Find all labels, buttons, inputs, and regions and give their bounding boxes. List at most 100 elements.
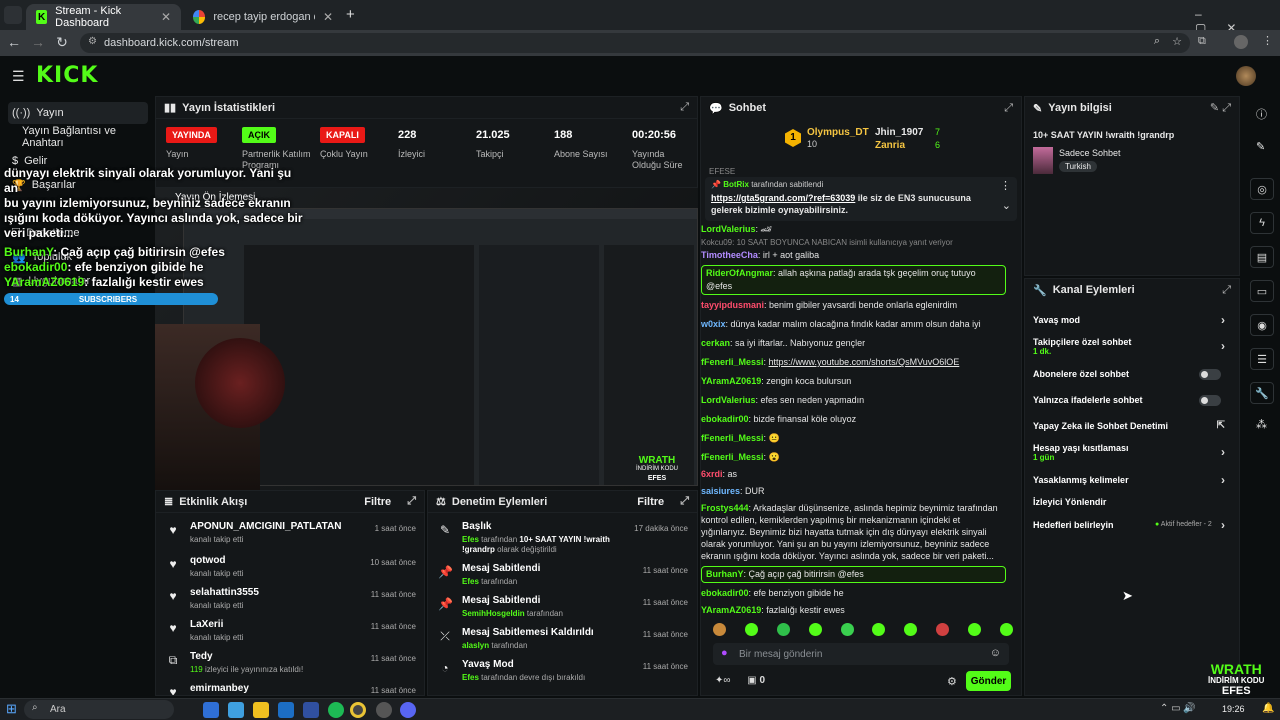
leader-name[interactable]: Olympus_DT: [807, 127, 869, 138]
chat-message[interactable]: 6xrdi: as: [701, 468, 1006, 481]
chat-message[interactable]: YAramAZ0619: zengin koca bulursun: [701, 375, 1006, 388]
emote-icon[interactable]: [713, 623, 726, 636]
info-icon[interactable]: ⓘ: [1256, 106, 1267, 122]
emoji-picker-icon[interactable]: ☺: [990, 647, 1001, 659]
user-avatar[interactable]: [1236, 66, 1256, 86]
chat-message[interactable]: cerkan: sa iyi iftarlar.. Nabıyonuz genç…: [701, 337, 1006, 350]
chat-message-mention[interactable]: RiderOfAngmar: allah aşkına patlağı arad…: [701, 265, 1006, 295]
toggle-switch[interactable]: [1199, 395, 1221, 406]
url-field[interactable]: ⚙ dashboard.kick.com/stream ⌕ ☆: [80, 33, 1190, 53]
profile-avatar[interactable]: [1234, 35, 1248, 49]
pinned-link[interactable]: https://gta5grand.com/?ref=63039: [711, 193, 855, 203]
new-tab-icon[interactable]: +: [346, 6, 355, 23]
taskbar-folder-icon[interactable]: [253, 702, 269, 718]
expand-icon[interactable]: ⤢: [1222, 284, 1231, 297]
taskbar-app-icon[interactable]: [228, 702, 244, 718]
tab-google-search[interactable]: recep tayip erdogan dogum gu ✕: [183, 4, 343, 30]
camera-icon[interactable]: ◎: [1250, 178, 1274, 200]
chat-message[interactable]: w0xix: dünya kadar malım olacağına fındı…: [701, 318, 1006, 331]
taskbar-app-icon[interactable]: [278, 702, 294, 718]
taskbar-app-icon[interactable]: [303, 702, 319, 718]
activity-row[interactable]: ♥ APONUN_AMCIGINI_PATLATAN kanalı takip et…: [156, 521, 424, 553]
network-icon[interactable]: ⁂: [1256, 418, 1267, 431]
action-followers-only[interactable]: Takipçilere özel sohbet 1 dk. ›: [1033, 337, 1233, 356]
sidebar-item-stream-key[interactable]: Yayın Bağlantısı ve Anahtarı: [8, 125, 148, 149]
chat-message[interactable]: tayyipdusmani: benim gibiler yavsardi be…: [701, 299, 1006, 312]
filter-button[interactable]: Filtre: [364, 496, 391, 508]
server-icon[interactable]: ☰: [1250, 348, 1274, 370]
chat-user[interactable]: LordValerius: [701, 395, 756, 405]
system-tray-icons[interactable]: ⌃ ▭ 🔊: [1160, 703, 1196, 714]
language-tag[interactable]: Turkish: [1059, 161, 1097, 172]
emote-icon[interactable]: [872, 623, 886, 636]
chat-user[interactable]: RiderOfAngmar: [706, 268, 773, 278]
leader-name[interactable]: Jhin_1907: [875, 127, 923, 138]
tab-kick-dashboard[interactable]: K Stream - Kick Dashboard ✕: [26, 4, 181, 30]
chat-user[interactable]: cerkan: [701, 338, 730, 348]
chat-message[interactable]: fFenerli_Messi: 😮: [701, 451, 1006, 464]
lightning-icon[interactable]: ϟ: [1250, 212, 1274, 234]
chat-input[interactable]: ● Bir mesaj gönderin ☺: [713, 643, 1009, 665]
taskbar-spotify-icon[interactable]: [328, 702, 344, 718]
chat-message[interactable]: saisiures: DUR: [701, 485, 1006, 498]
microphone-icon[interactable]: ●: [721, 647, 728, 659]
action-slow-mode[interactable]: Yavaş mod ›: [1033, 313, 1233, 327]
filter-button[interactable]: Filtre: [637, 496, 664, 508]
leader-name[interactable]: Zanria: [875, 140, 905, 151]
collapse-chevron-icon[interactable]: ⌄: [1002, 199, 1011, 212]
pinned-message[interactable]: 📌 BotRix tarafından sabitlendi https://g…: [705, 177, 1017, 221]
chat-user[interactable]: YAramAZ0619: [701, 605, 761, 615]
taskbar-discord-icon[interactable]: [400, 702, 416, 718]
expand-icon[interactable]: ⤢: [680, 495, 689, 508]
chat-message[interactable]: Frostys444: Arkadaşlar düşünsenize, aslı…: [701, 502, 1001, 562]
close-tab-icon[interactable]: ✕: [161, 10, 171, 24]
kick-logo[interactable]: KICK: [36, 63, 98, 88]
action-raid[interactable]: İzleyici Yönlendir: [1033, 497, 1233, 507]
chat-user[interactable]: fFenerli_Messi: [701, 433, 764, 443]
notification-icon[interactable]: 🔔: [1262, 703, 1274, 714]
expand-icon[interactable]: ⤢: [1004, 102, 1013, 115]
wrench-icon[interactable]: 🔧: [1250, 382, 1274, 404]
activity-row[interactable]: ♥ emirmanbey 11 saat önce: [156, 683, 424, 695]
bookmark-star-icon[interactable]: ☆: [1172, 35, 1182, 48]
mod-row[interactable]: 📌 Mesaj Sabitlendi SemihHosgeldin tarafınd…: [428, 595, 697, 627]
chat-settings-gear-icon[interactable]: ⚙: [947, 675, 957, 688]
expand-icon[interactable]: ⤢: [680, 101, 689, 114]
extensions-icon[interactable]: ⧉: [1198, 35, 1206, 48]
toggle-switch[interactable]: [1199, 369, 1221, 380]
emote-icon[interactable]: [999, 623, 1013, 636]
mod-row[interactable]: ◔ Yavaş Mod Efes tarafından devre dışı bır…: [428, 659, 697, 691]
action-emotes-only[interactable]: Yalnızca ifadelerle sohbet: [1033, 395, 1233, 406]
close-tab-icon[interactable]: ✕: [323, 10, 333, 24]
activity-row[interactable]: ⧉ Tedy 119 izleyici ile yayınınıza katıldı…: [156, 651, 424, 683]
chat-message[interactable]: TimotheeCha: irl + aot galiba: [701, 249, 1006, 262]
forward-icon[interactable]: →: [28, 34, 48, 50]
emote-icon[interactable]: [904, 623, 918, 636]
more-options-icon[interactable]: ⋮: [1000, 179, 1011, 192]
taskbar-app-icon[interactable]: [203, 702, 219, 718]
emote-icon[interactable]: [776, 623, 790, 636]
chat-user[interactable]: TimotheeCha: [701, 250, 758, 260]
chat-bubble-icon[interactable]: ▭: [1250, 280, 1274, 302]
back-icon[interactable]: ←: [4, 34, 24, 50]
chat-user[interactable]: saisiures: [701, 486, 740, 496]
hamburger-menu-icon[interactable]: ☰: [12, 68, 25, 85]
chat-points-area[interactable]: ✦∞ ▣ 0: [715, 675, 765, 686]
chat-user[interactable]: YAramAZ0619: [701, 376, 761, 386]
mod-row[interactable]: ⤫ Mesaj Sabitlemesi Kaldırıldı alaslyn tar…: [428, 627, 697, 659]
chat-link[interactable]: https://www.youtube.com/shorts/QsMVuvO6l…: [769, 357, 960, 367]
chat-message[interactable]: LordValerius: efes sen neden yapmadın: [701, 394, 1006, 407]
chat-user[interactable]: fFenerli_Messi: [701, 452, 764, 462]
chat-message[interactable]: LordValerius: 🏎: [701, 223, 1006, 236]
emote-icon[interactable]: [840, 623, 854, 636]
site-info-icon[interactable]: ⚙: [88, 36, 97, 47]
document-icon[interactable]: ▤: [1250, 246, 1274, 268]
mod-row[interactable]: 📌 Mesaj Sabitlendi Efes tarafından 11 saat …: [428, 563, 697, 595]
reload-icon[interactable]: ↻: [52, 34, 72, 51]
category-name[interactable]: Sadece Sohbet: [1059, 148, 1121, 158]
chat-user[interactable]: ebokadir00: [701, 588, 749, 598]
send-button[interactable]: Gönder: [966, 671, 1011, 691]
chat-message[interactable]: fFenerli_Messi: https://www.youtube.com/…: [701, 356, 1006, 369]
chat-message[interactable]: ebokadir00: bizde finansal köle oluyoz: [701, 413, 1006, 426]
taskbar-search[interactable]: ⌕ Ara: [24, 700, 174, 719]
